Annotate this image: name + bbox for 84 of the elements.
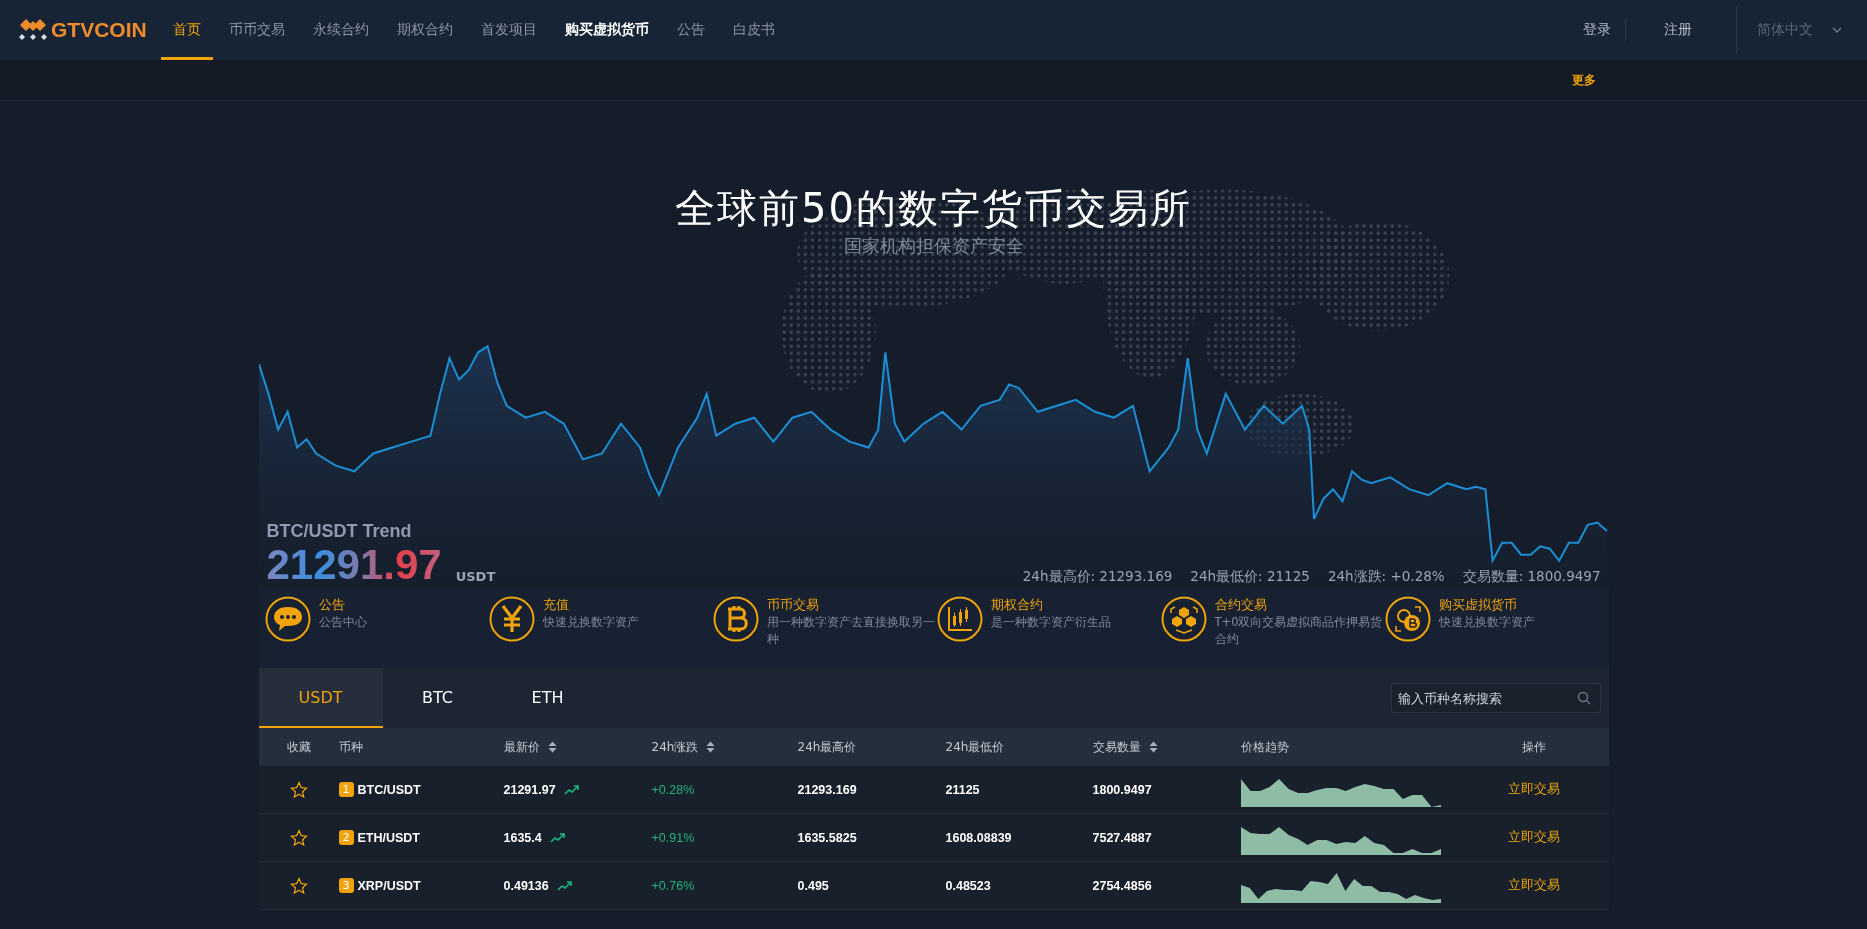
price-change: +0.91% (651, 830, 695, 845)
nav-link[interactable]: 首页 (160, 0, 213, 60)
column-header[interactable]: 24h涨跌 (651, 738, 699, 756)
nav-link[interactable]: 公告 (664, 0, 717, 60)
favorite-star-icon[interactable] (289, 828, 308, 847)
brand-logo[interactable]: GTVCOIN (18, 17, 147, 43)
pair-name[interactable]: BTC/USDT (357, 782, 421, 797)
search-icon[interactable] (1576, 691, 1591, 705)
high-price: 21293.169 (797, 782, 857, 797)
column-header: 价格趋势 (1240, 738, 1289, 756)
column-header: 操作 (1521, 738, 1546, 756)
nav-link[interactable]: 首发项目 (468, 0, 549, 60)
trade-volume: 1800.9497 (1092, 782, 1152, 797)
market-tab[interactable]: BTC (382, 668, 493, 728)
trade-now-link[interactable]: 立即交易 (1507, 877, 1560, 894)
rank-badge: 2 (338, 830, 354, 845)
column-header: 24h最高价 (797, 738, 857, 756)
trade-volume: 7527.4887 (1092, 830, 1152, 845)
feature-description: 是一种数字资产衍生品 (990, 614, 1112, 631)
feature-title[interactable]: 公告 (318, 596, 487, 614)
price-change: +0.28% (651, 782, 695, 797)
low-price: 0.48523 (945, 878, 991, 893)
feature-description: 用一种数字资产去直接换取另一种 (766, 614, 935, 648)
chat-bubble-icon[interactable] (264, 596, 311, 642)
sort-icon[interactable] (1148, 741, 1158, 753)
price-change: +0.76% (651, 878, 695, 893)
low-price: 1608.08839 (945, 830, 1012, 845)
column-header[interactable]: 最新价 (503, 738, 540, 756)
market-tab[interactable]: ETH (492, 668, 603, 728)
rank-badge: 3 (338, 878, 354, 893)
favorite-star-icon[interactable] (289, 876, 308, 895)
feature-title[interactable]: 币币交易 (766, 596, 935, 614)
low-price: 21125 (945, 782, 980, 797)
market-stat: 交易数量: 1800.9497 (1462, 568, 1601, 586)
pair-name[interactable]: ETH/USDT (357, 830, 420, 845)
market-stat: 24h涨跌: +0.28% (1327, 568, 1445, 586)
latest-price: 1635.4 (503, 830, 542, 845)
feature-description: T+0双向交易虚拟商品作押易货合约 (1214, 614, 1383, 648)
sort-icon[interactable] (547, 741, 557, 753)
rank-badge: 1 (338, 782, 354, 797)
sort-icon[interactable] (706, 741, 716, 753)
nav-link[interactable]: 永续合约 (300, 0, 381, 60)
pair-name[interactable]: XRP/USDT (357, 878, 421, 893)
cubes-icon[interactable] (1160, 596, 1207, 642)
nav-link[interactable]: 购买虚拟货币 (552, 0, 661, 60)
feature-title[interactable]: 购买虚拟货币 (1438, 596, 1607, 614)
trade-now-link[interactable]: 立即交易 (1507, 781, 1560, 798)
feature-title[interactable]: 期权合约 (990, 596, 1159, 614)
candlestick-icon[interactable] (936, 596, 983, 642)
logo-icon (18, 17, 48, 43)
nav-link[interactable]: 币币交易 (216, 0, 297, 60)
high-price: 0.495 (797, 878, 829, 893)
column-header: 币种 (338, 738, 363, 756)
market-tab[interactable]: USDT (258, 668, 383, 728)
column-header[interactable]: 交易数量 (1092, 738, 1141, 756)
hero-title: 全球前50的数字货币交易所 (675, 184, 1192, 232)
feature-description: 快速兑换数字资产 (1438, 614, 1536, 631)
trade-now-link[interactable]: 立即交易 (1507, 829, 1560, 846)
feature-description: 公告中心 (318, 614, 368, 631)
column-header: 24h最低价 (945, 738, 1005, 756)
nav-link[interactable]: 期权合约 (384, 0, 465, 60)
column-header: 收藏 (286, 738, 311, 756)
trend-title: BTC/USDT Trend (266, 521, 413, 542)
yen-icon[interactable] (488, 596, 535, 642)
search-field[interactable]: 输入币种名称搜索 (1390, 683, 1601, 713)
price-unit: USDT (455, 569, 496, 584)
favorite-star-icon[interactable] (289, 780, 308, 799)
nav-link[interactable]: 白皮书 (720, 0, 787, 60)
hero-subtitle: 国家机构担保资产安全 (843, 234, 1024, 258)
feature-title[interactable]: 合约交易 (1214, 596, 1383, 614)
market-stat: 24h最高价: 21293.169 (1022, 568, 1173, 586)
high-price: 1635.5825 (797, 830, 857, 845)
coin-exchange-icon[interactable] (1384, 596, 1431, 642)
feature-description: 快速兑换数字资产 (542, 614, 640, 631)
latest-price: 21291.97 (503, 782, 556, 797)
feature-title[interactable]: 充值 (542, 596, 711, 614)
login-link[interactable]: 登录 (1569, 21, 1625, 39)
bitcoin-icon[interactable] (712, 596, 759, 642)
register-link[interactable]: 注册 (1626, 21, 1736, 39)
latest-price: 0.49136 (503, 878, 549, 893)
chevron-down-icon (1831, 26, 1843, 34)
more-link[interactable]: 更多 (1572, 71, 1596, 89)
trade-volume: 2754.4856 (1092, 878, 1152, 893)
market-stat: 24h最低价: 21125 (1190, 568, 1310, 586)
